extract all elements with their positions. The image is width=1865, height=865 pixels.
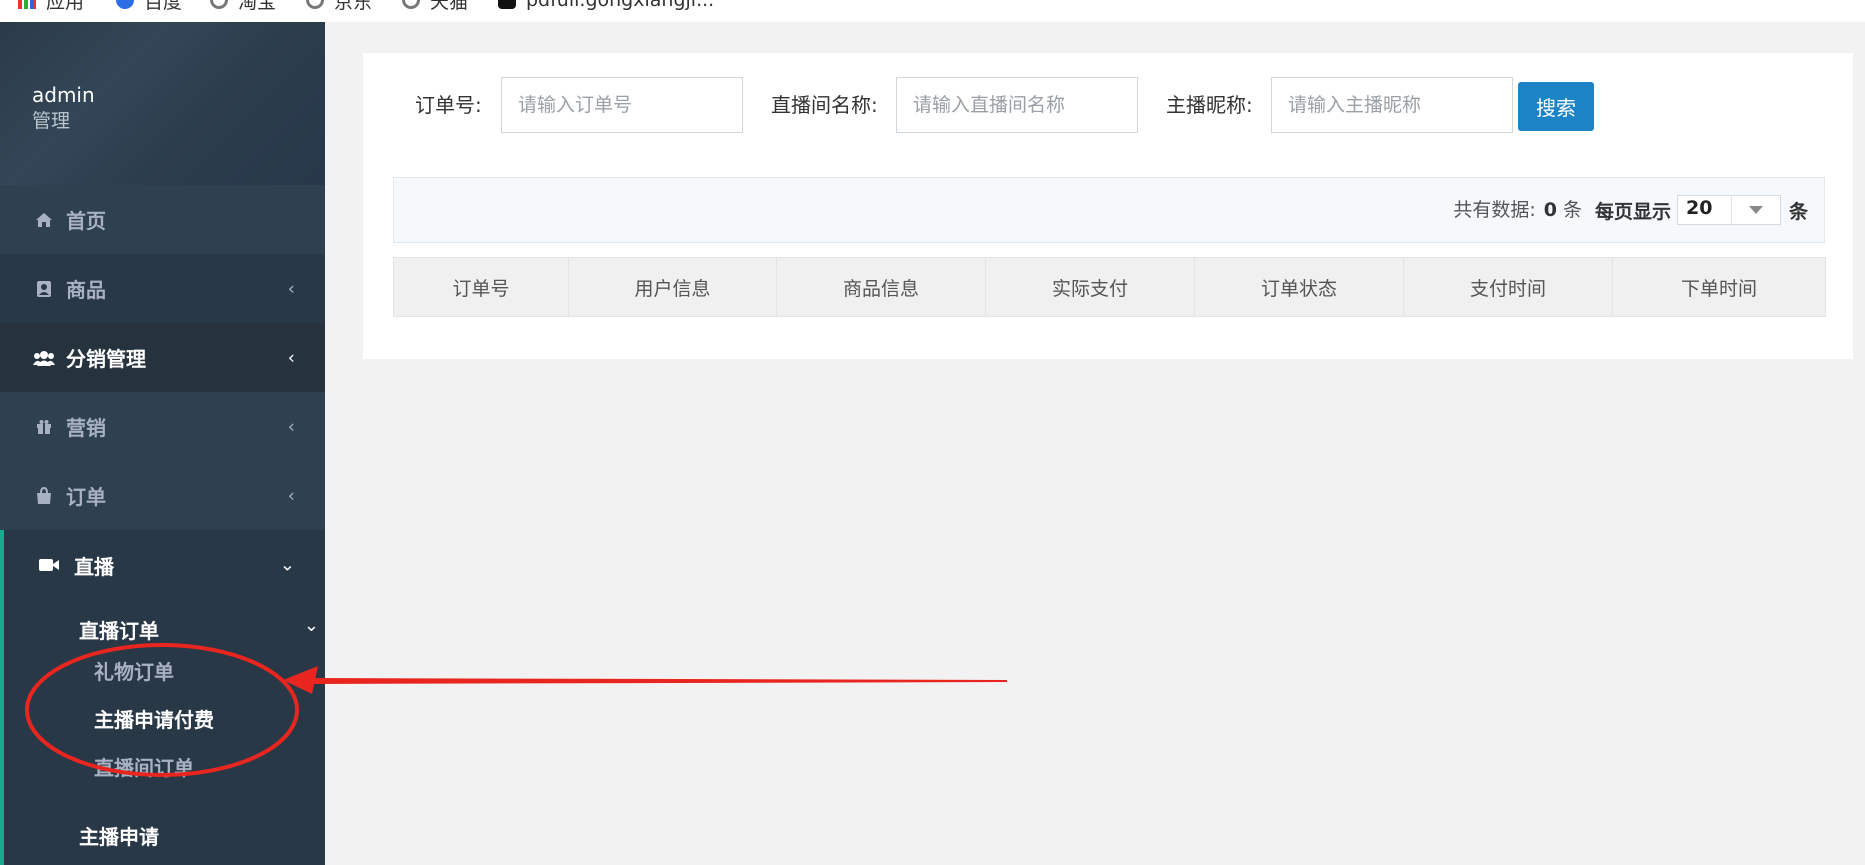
room-name-input[interactable] bbox=[896, 77, 1138, 133]
sidebar-leaf-gift-orders[interactable]: 礼物订单 bbox=[94, 656, 174, 685]
tiktok-icon bbox=[498, 0, 516, 9]
orders-table: 订单号 用户信息 商品信息 实际支付 订单状态 支付时间 下单时间 bbox=[393, 257, 1826, 317]
bookmark-jd[interactable]: 京东 bbox=[306, 0, 372, 13]
sidebar-leaf-anchor-payment[interactable]: 主播申请付费 bbox=[94, 704, 214, 733]
search-form: 订单号: 直播间名称: 主播昵称: 搜索 bbox=[363, 77, 1853, 133]
column-header[interactable]: 下单时间 bbox=[1612, 257, 1826, 317]
room-name-label: 直播间名称: bbox=[771, 93, 878, 117]
sidebar-item-label: 分销管理 bbox=[66, 347, 146, 371]
annotation-arrow bbox=[310, 678, 1007, 684]
anchor-nickname-input[interactable] bbox=[1271, 77, 1513, 133]
sidebar-item-label: 商品 bbox=[66, 278, 106, 302]
sidebar-item-label: 营销 bbox=[66, 416, 106, 440]
sidebar-item-label: 直播 bbox=[74, 554, 114, 579]
chevron-left-icon: ‹ bbox=[287, 347, 295, 368]
column-header[interactable]: 支付时间 bbox=[1403, 257, 1613, 317]
total-count-value: 0 bbox=[1543, 199, 1557, 221]
column-header[interactable]: 用户信息 bbox=[568, 257, 777, 317]
profile-block: admin 管理 bbox=[0, 22, 325, 185]
profile-name[interactable]: admin bbox=[32, 82, 325, 108]
chevron-down-icon: ⌄ bbox=[303, 615, 319, 636]
shopping-bag-icon bbox=[32, 486, 56, 505]
globe-icon bbox=[306, 0, 324, 9]
sidebar-item-marketing[interactable]: 营销 ‹ bbox=[0, 392, 325, 461]
globe-icon bbox=[210, 0, 228, 9]
sidebar-item-live[interactable]: 直播 ⌄ bbox=[4, 530, 325, 600]
column-header[interactable]: 订单号 bbox=[393, 257, 569, 317]
sidebar-item-orders[interactable]: 订单 ‹ bbox=[0, 461, 325, 530]
chevron-left-icon: ‹ bbox=[287, 485, 295, 506]
column-header[interactable]: 实际支付 bbox=[985, 257, 1195, 317]
bookmark-apps[interactable]: 应用 bbox=[18, 0, 84, 13]
anchor-nickname-label: 主播昵称: bbox=[1166, 93, 1253, 117]
search-button[interactable]: 搜索 bbox=[1518, 82, 1594, 131]
main-panel: 订单号: 直播间名称: 主播昵称: 搜索 共有数据:0条 每页显示 20 条 订… bbox=[363, 53, 1853, 359]
bookmark-tmall[interactable]: 天猫 bbox=[402, 0, 468, 13]
chevron-left-icon: ‹ bbox=[287, 278, 295, 299]
sidebar-leaf-room-orders[interactable]: 直播间订单 bbox=[94, 752, 194, 781]
home-icon bbox=[32, 212, 56, 228]
bookmark-pdfull[interactable]: pdfull.gongxiangji... bbox=[498, 0, 714, 12]
total-count: 共有数据: 0 条 bbox=[1453, 199, 1582, 221]
per-page-control: 每页显示 20 条 bbox=[1595, 178, 1808, 242]
sidebar: admin 管理 首页 商品 ‹ 分销管理 ‹ 营销 ‹ 订单 ‹ 直播 ⌄ 直… bbox=[0, 22, 325, 865]
sidebar-item-label: 订单 bbox=[66, 485, 106, 509]
bookmark-bar: 应用 百度 淘宝 京东 天猫 pdfull.gongxiangji... bbox=[0, 0, 1865, 22]
contact-card-icon bbox=[32, 280, 56, 298]
apps-grid-icon bbox=[18, 0, 36, 9]
gift-icon bbox=[32, 419, 56, 435]
baidu-paw-icon bbox=[116, 0, 134, 9]
caret-down-icon bbox=[1730, 196, 1780, 224]
globe-icon bbox=[402, 0, 420, 9]
users-icon bbox=[32, 350, 56, 366]
sidebar-item-products[interactable]: 商品 ‹ bbox=[0, 254, 325, 323]
sidebar-subitem-live-orders[interactable]: 直播订单 ⌄ bbox=[79, 615, 319, 644]
bookmark-taobao[interactable]: 淘宝 bbox=[210, 0, 276, 13]
video-camera-icon bbox=[38, 557, 62, 573]
chevron-left-icon: ‹ bbox=[287, 416, 295, 437]
chevron-down-icon: ⌄ bbox=[279, 554, 295, 576]
sidebar-group-live: 直播 ⌄ 直播订单 ⌄ 礼物订单 主播申请付费 直播间订单 主播申请 bbox=[0, 530, 325, 865]
table-header-row: 订单号 用户信息 商品信息 实际支付 订单状态 支付时间 下单时间 bbox=[393, 257, 1826, 317]
column-header[interactable]: 商品信息 bbox=[776, 257, 986, 317]
sidebar-item-home[interactable]: 首页 bbox=[0, 185, 325, 254]
per-page-select[interactable]: 20 bbox=[1676, 195, 1781, 225]
order-no-input[interactable] bbox=[501, 77, 743, 133]
column-header[interactable]: 订单状态 bbox=[1194, 257, 1404, 317]
profile-role: 管理 bbox=[32, 110, 71, 132]
sidebar-subitem-anchor-apply[interactable]: 主播申请 bbox=[79, 821, 319, 850]
sidebar-item-label: 首页 bbox=[66, 209, 106, 233]
sidebar-item-distribution[interactable]: 分销管理 ‹ bbox=[0, 323, 325, 392]
order-no-label: 订单号: bbox=[415, 93, 482, 117]
table-info-bar: 共有数据: 0 条 每页显示 20 条 bbox=[393, 177, 1825, 243]
bookmark-baidu[interactable]: 百度 bbox=[116, 0, 182, 13]
